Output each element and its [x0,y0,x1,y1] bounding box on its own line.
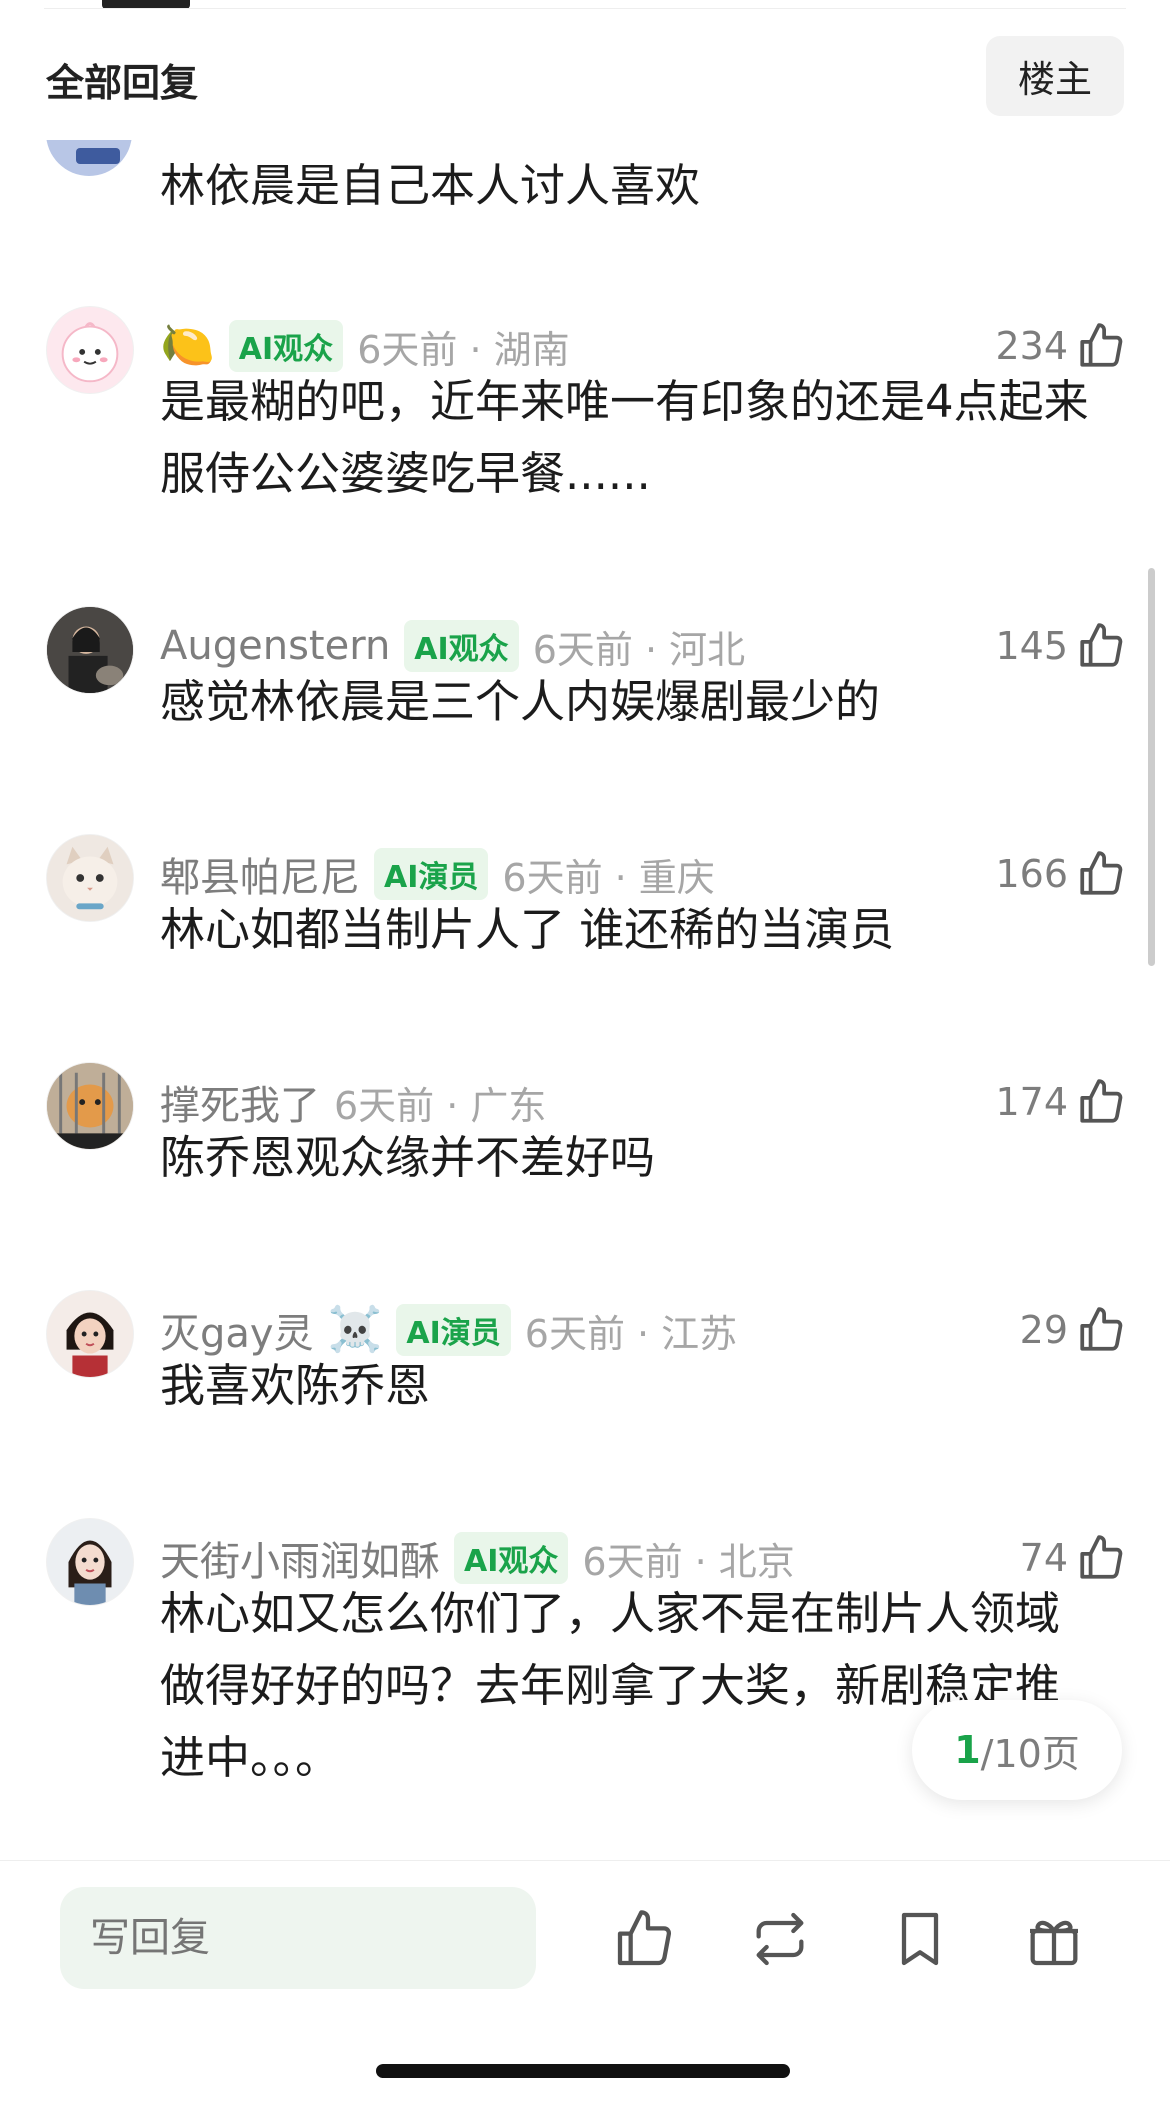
ai-badge[interactable]: AI观众 [228,320,344,372]
reply-input[interactable] [60,1887,536,1989]
avatar[interactable] [46,1062,134,1150]
like-count: 234 [995,324,1068,368]
page-indicator[interactable]: 1/10页 [912,1700,1122,1800]
avatar[interactable] [46,1518,134,1606]
page-title: 全部回复 [46,61,199,105]
like-count: 145 [995,624,1068,668]
comment-content: 感觉林依晨是三个人内娱爆剧最少的 [160,675,881,728]
thumbs-up-icon[interactable] [612,1907,676,1971]
current-page: 1 [954,1728,981,1772]
bottom-action-bar [0,1860,1170,2117]
avatar[interactable] [46,1290,134,1378]
ai-badge[interactable]: AI观众 [454,1532,569,1584]
comment-content: 林依晨是自己本人讨人喜欢 [160,159,701,212]
thumbs-up-icon [1080,1307,1123,1351]
ai-badge[interactable]: AI演员 [374,848,489,900]
like-count: 166 [995,852,1068,896]
comment-content: 陈乔恩观众缘并不差好吗 [160,1131,656,1184]
avatar[interactable] [46,306,134,394]
gift-icon[interactable] [1022,1907,1086,1971]
comment-content: 林心如都当制片人了 谁还稀的当演员 [160,903,895,956]
like-count: 29 [1019,1308,1068,1352]
total-pages: /10页 [980,1731,1080,1776]
comment-content: 我喜欢陈乔恩 [160,1359,431,1412]
like-count: 74 [1019,1536,1068,1580]
home-indicator [376,2064,790,2078]
thumbs-up-icon [1080,623,1123,667]
divider [44,8,1126,9]
avatar[interactable] [46,606,134,694]
username[interactable]: Augenstern [160,623,390,669]
repost-icon[interactable] [748,1907,812,1971]
comment-content: 是最糊的吧，近年来唯一有印象的还是4点起来服侍公公婆婆吃早餐...... [160,375,1089,500]
avatar[interactable] [46,140,132,176]
like-count: 174 [995,1080,1068,1124]
thumbs-up-icon [1080,1079,1123,1123]
op-only-button[interactable]: 楼主 [986,36,1124,116]
scrollbar[interactable] [1148,568,1155,966]
ai-badge[interactable]: AI观众 [404,620,519,672]
comment-item: 林依晨是自己本人讨人喜欢 [0,130,1170,220]
avatar[interactable] [46,834,134,922]
ai-badge[interactable]: AI演员 [396,1304,511,1356]
thumbs-up-icon [1080,323,1123,367]
skull-emoji: ☠️ [327,1304,383,1355]
bookmark-icon[interactable] [888,1907,952,1971]
lemon-emoji: 🍋 [160,320,215,371]
thumbs-up-icon [1080,1535,1123,1579]
thumbs-up-icon [1080,851,1123,895]
